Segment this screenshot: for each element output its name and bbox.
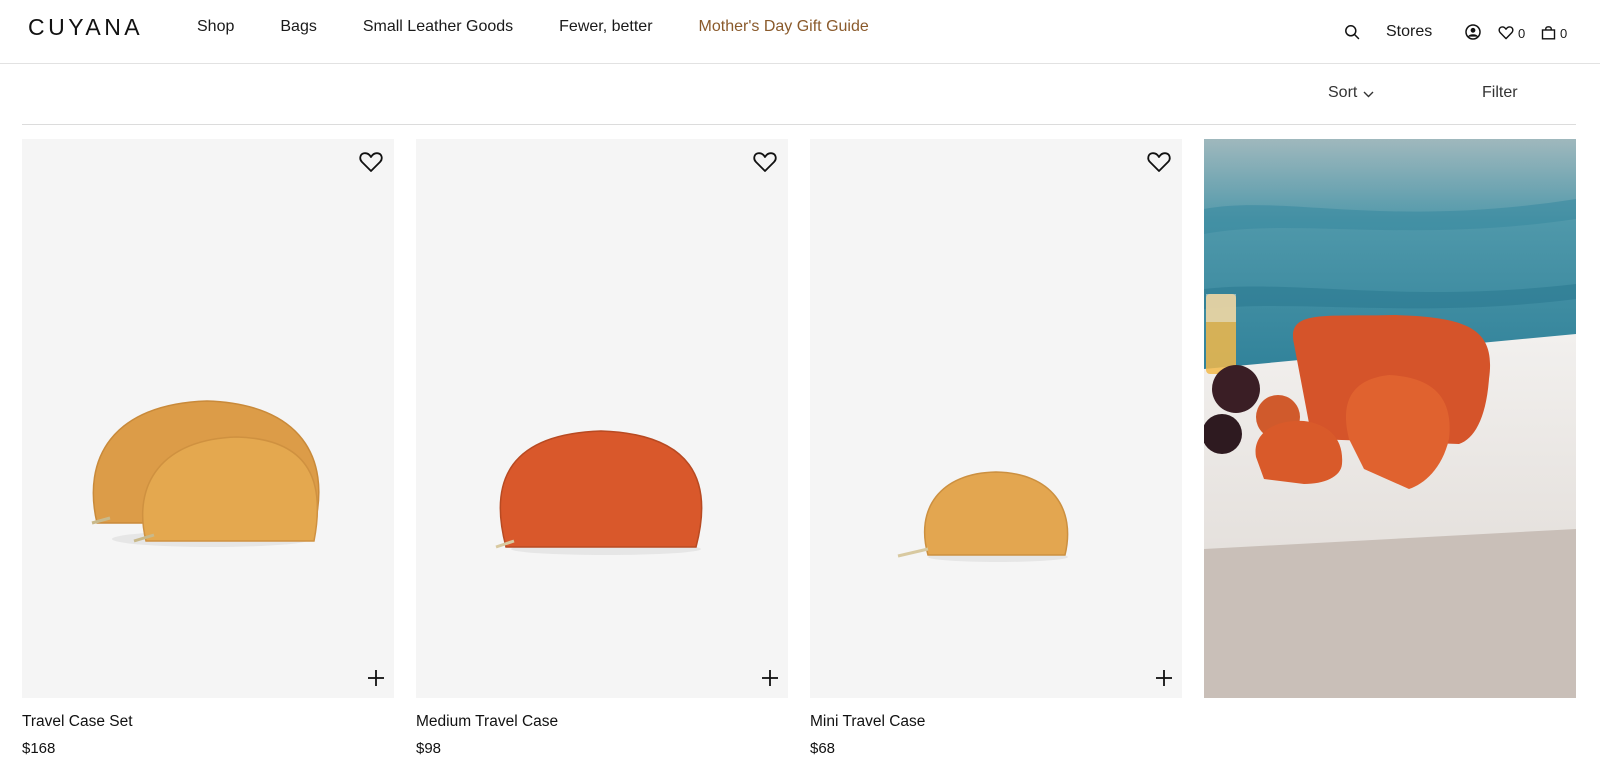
nav-item-small-leather-goods[interactable]: Small Leather Goods [363, 18, 513, 36]
product-photo-medium-travel-case [495, 430, 703, 555]
chevron-down-icon [1363, 91, 1374, 97]
heart-icon [1498, 25, 1514, 39]
product-photo-mini-travel-case [897, 471, 1069, 562]
plus-icon[interactable] [366, 668, 386, 688]
account-button[interactable] [1465, 0, 1481, 64]
sort-dropdown[interactable]: Sort [1328, 84, 1374, 102]
account-icon [1465, 24, 1481, 40]
product-price: $68 [810, 740, 836, 757]
wishlist-button[interactable]: 0 [1498, 0, 1525, 64]
cart-count: 0 [1560, 26, 1568, 41]
product-name[interactable]: Mini Travel Case [810, 713, 1182, 731]
cart-button[interactable]: 0 [1541, 0, 1567, 64]
sort-label: Sort [1328, 84, 1358, 101]
plus-icon[interactable] [760, 668, 780, 688]
product-image[interactable] [810, 139, 1182, 698]
nav-item-fewer-better[interactable]: Fewer, better [559, 18, 652, 36]
heart-icon[interactable] [1146, 149, 1172, 175]
heart-icon[interactable] [358, 149, 384, 175]
search-button[interactable] [1344, 0, 1360, 64]
site-header: CUYANA Shop Bags Small Leather Goods Few… [0, 0, 1600, 64]
wishlist-count: 0 [1518, 26, 1526, 41]
plus-icon[interactable] [1154, 668, 1174, 688]
search-icon [1345, 25, 1360, 40]
product-image[interactable] [416, 139, 788, 698]
product-price: $168 [22, 740, 56, 757]
stores-link[interactable]: Stores [1386, 0, 1432, 64]
product-name[interactable]: Travel Case Set [22, 713, 394, 731]
product-card[interactable]: Travel Case Set $168 [22, 139, 394, 757]
heart-icon[interactable] [752, 149, 778, 175]
bag-icon [1541, 25, 1556, 40]
nav-item-shop[interactable]: Shop [197, 18, 234, 36]
product-card[interactable]: Medium Travel Case $98 [416, 139, 788, 757]
brand-logo[interactable]: CUYANA [28, 14, 143, 41]
nav-item-bags[interactable]: Bags [280, 18, 316, 36]
product-image[interactable] [22, 139, 394, 698]
lifestyle-photo [1204, 139, 1576, 698]
main-nav: Shop Bags Small Leather Goods Fewer, bet… [197, 18, 915, 36]
nav-item-mothers-day-gift-guide[interactable]: Mother's Day Gift Guide [699, 18, 869, 36]
product-price: $98 [416, 740, 442, 757]
product-name[interactable]: Medium Travel Case [416, 713, 788, 731]
product-card[interactable]: Mini Travel Case $68 [810, 139, 1182, 757]
lifestyle-image [1204, 139, 1576, 698]
filter-button[interactable]: Filter [1482, 84, 1518, 102]
product-photo-travel-case-set [91, 400, 320, 547]
listing-toolbar: Sort Filter [22, 64, 1576, 125]
